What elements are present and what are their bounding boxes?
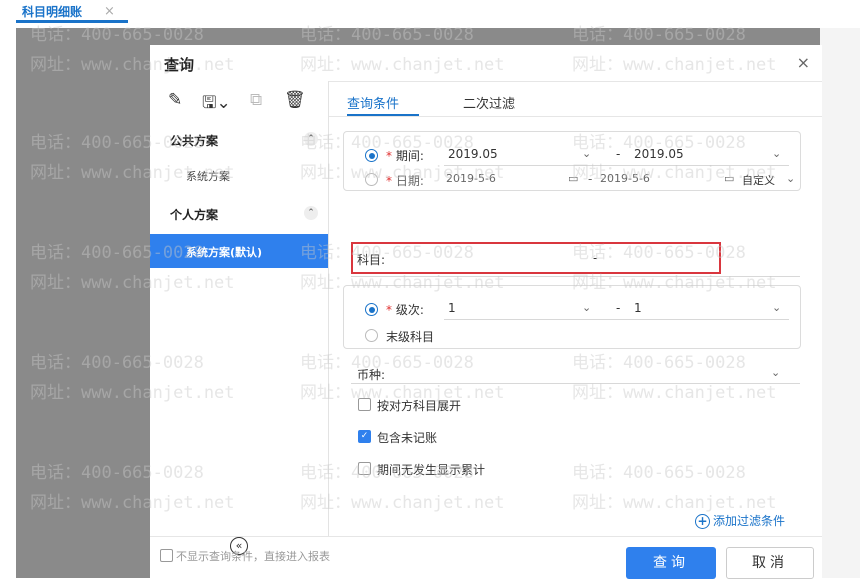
- checkbox-label: 按对方科目展开: [377, 399, 462, 413]
- level-from-value[interactable]: 1: [448, 301, 456, 315]
- checkbox-expand-counter[interactable]: [358, 398, 371, 411]
- dialog-title: 查询: [164, 56, 195, 74]
- chevron-down-icon[interactable]: ⌄: [582, 301, 591, 314]
- tabs-divider: [329, 116, 822, 117]
- level-box: * 级次: 1 ⌄ - 1 ⌄ 末级科目: [343, 285, 801, 349]
- leaf-subject-label: 末级科目: [386, 330, 435, 344]
- level-underline: [444, 319, 789, 320]
- tab-bar: 科目明细账 ×: [0, 0, 860, 28]
- export-icon[interactable]: ⧉: [250, 90, 262, 110]
- scheme-item-system-default[interactable]: 系统方案(默认): [150, 234, 328, 268]
- calendar-icon[interactable]: ▭: [724, 172, 734, 185]
- period-label: 期间:: [395, 149, 424, 163]
- scheme-item-label: 系统方案(默认): [186, 246, 263, 259]
- date-to-value[interactable]: 2019-5-6: [600, 172, 650, 185]
- level-to-value[interactable]: 1: [634, 301, 642, 315]
- close-icon[interactable]: ×: [797, 53, 810, 72]
- subject-separator: -: [593, 251, 598, 265]
- checkbox-label: 期间无发生显示累计: [377, 463, 486, 477]
- tab-active-indicator: [16, 20, 128, 23]
- scheme-panel: ✎ 🖫⌄ ⧉ 🗑 公共方案 ⌃ 系统方案 个人方案 ⌃ 系统方案(默认) «: [150, 81, 329, 555]
- public-scheme-title: 公共方案: [170, 134, 219, 148]
- period-from-value[interactable]: 2019.05: [448, 147, 498, 161]
- currency-label: 币种:: [357, 368, 386, 382]
- delete-icon[interactable]: 🗑: [284, 90, 306, 110]
- page-edge: [820, 28, 860, 578]
- chevron-down-icon[interactable]: ⌄: [582, 147, 591, 160]
- cancel-button[interactable]: 取消: [726, 547, 814, 579]
- checkbox-skip-conditions[interactable]: [160, 549, 173, 562]
- calendar-icon[interactable]: ▭: [568, 172, 578, 185]
- level-radio[interactable]: [365, 303, 378, 316]
- level-label: 级次:: [395, 303, 424, 317]
- chevron-down-icon[interactable]: ⌄: [772, 301, 781, 314]
- add-filter-label: 添加过滤条件: [713, 514, 786, 528]
- checkbox-label: 包含未记账: [377, 431, 438, 445]
- chevron-down-icon[interactable]: ⌄: [771, 366, 780, 379]
- scheme-item-label: 系统方案: [186, 170, 230, 183]
- public-scheme-section[interactable]: 公共方案 ⌃: [150, 124, 328, 158]
- chevron-down-icon[interactable]: ⌄: [786, 172, 795, 185]
- personal-scheme-title: 个人方案: [170, 208, 219, 222]
- plus-circle-icon: +: [695, 514, 710, 529]
- chevron-up-icon[interactable]: ⌃: [304, 132, 318, 146]
- date-separator: -: [588, 172, 593, 186]
- tab-query-conditions[interactable]: 查询条件: [347, 93, 399, 112]
- skip-conditions-label: 不显示查询条件，直接进入报表: [176, 550, 330, 563]
- level-separator: -: [616, 301, 621, 315]
- leaf-subject-radio[interactable]: [365, 329, 378, 342]
- subject-highlight-box: [351, 242, 721, 274]
- query-conditions-pane: 查询条件 二次过滤 * 期间: 2019.05 ⌄ - 2019.05 ⌄ * …: [329, 81, 822, 536]
- custom-range-dropdown[interactable]: 自定义: [742, 172, 775, 188]
- period-date-box: * 期间: 2019.05 ⌄ - 2019.05 ⌄ * 日期: 2019-5…: [343, 131, 801, 191]
- checkbox-include-unposted[interactable]: ✓: [358, 430, 371, 443]
- dialog-footer: 不显示查询条件，直接进入报表 查询 取消: [150, 536, 822, 579]
- scheme-item-system[interactable]: 系统方案: [150, 158, 328, 192]
- checkbox-show-cumulative[interactable]: [358, 462, 371, 475]
- add-filter-button[interactable]: + 添加过滤条件: [695, 512, 785, 529]
- period-separator: -: [616, 147, 621, 161]
- query-dialog: 查询 × ✎ 🖫⌄ ⧉ 🗑 公共方案 ⌃ 系统方案 个人方案 ⌃ 系统方案(默认…: [150, 45, 822, 579]
- subject-input-underline[interactable]: [351, 276, 800, 277]
- query-button[interactable]: 查询: [626, 547, 716, 579]
- date-radio[interactable]: [365, 173, 378, 186]
- tab-secondary-filter[interactable]: 二次过滤: [463, 93, 515, 112]
- chevron-down-icon[interactable]: ⌄: [772, 147, 781, 160]
- subject-label: 科目:: [357, 253, 386, 267]
- chevron-up-icon[interactable]: ⌃: [304, 206, 318, 220]
- currency-select[interactable]: [351, 383, 800, 384]
- period-radio[interactable]: [365, 149, 378, 162]
- date-from-value[interactable]: 2019-5-6: [446, 172, 496, 185]
- period-to-value[interactable]: 2019.05: [634, 147, 684, 161]
- edit-icon[interactable]: ✎: [168, 90, 182, 110]
- personal-scheme-section[interactable]: 个人方案 ⌃: [150, 198, 328, 232]
- period-underline: [444, 165, 789, 166]
- save-icon[interactable]: 🖫⌄: [202, 90, 231, 119]
- date-label: 日期:: [395, 174, 424, 188]
- dialog-header: 查询 ×: [150, 45, 822, 82]
